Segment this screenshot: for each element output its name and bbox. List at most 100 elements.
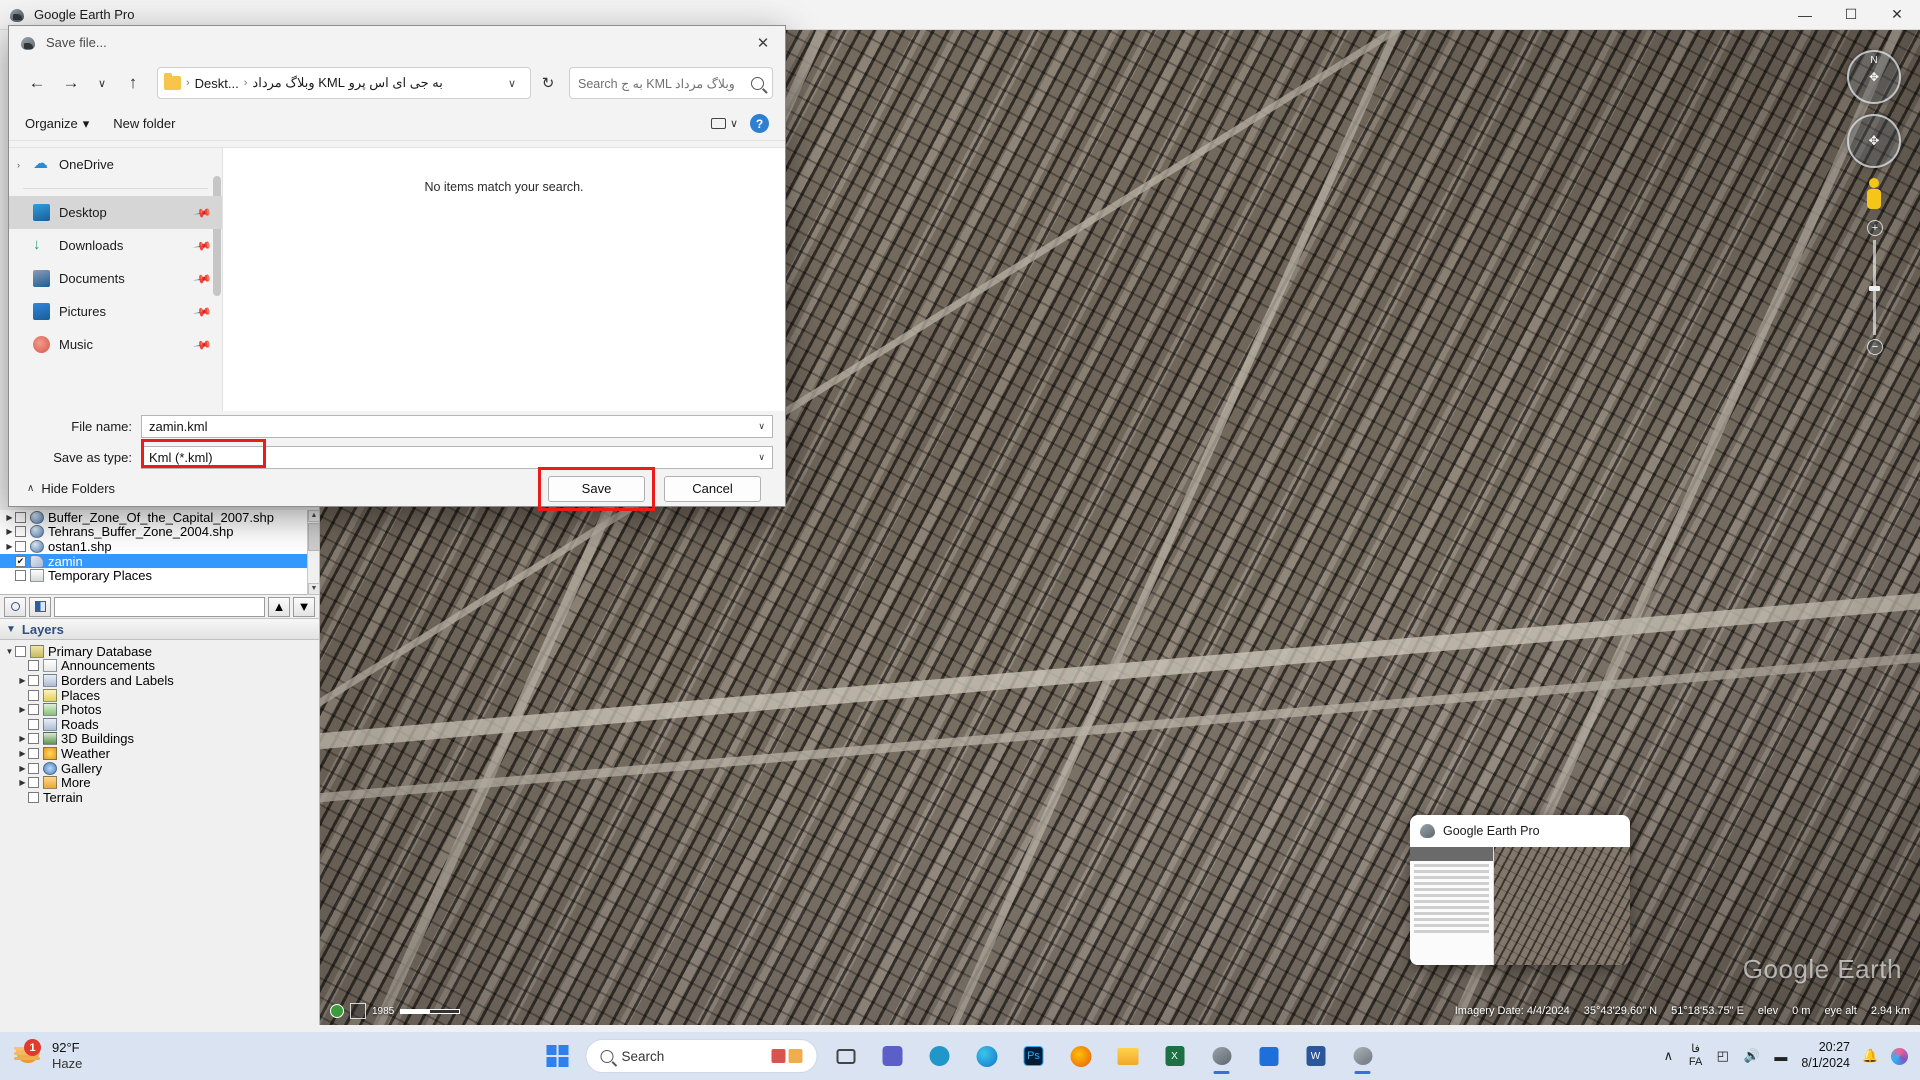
pin-icon[interactable]: 📌 <box>192 202 212 222</box>
zoom-thumb[interactable] <box>1868 286 1880 291</box>
photoshop-icon[interactable]: Ps <box>1015 1037 1053 1075</box>
battery-icon[interactable]: ▬ <box>1772 1048 1789 1065</box>
start-button[interactable] <box>539 1037 577 1075</box>
checkbox[interactable] <box>15 645 26 657</box>
sidebar-item-onedrive[interactable]: › ☁ OneDrive <box>9 148 222 181</box>
scroll-thumb[interactable] <box>308 523 320 551</box>
zoom-slider[interactable]: + − <box>1867 220 1883 355</box>
language-indicator[interactable]: فا FA <box>1689 1043 1702 1068</box>
places-tree-item[interactable]: Temporary Places <box>0 568 319 583</box>
excel-icon[interactable]: X <box>1156 1037 1194 1075</box>
layers-tree-item[interactable]: ▶ 3D Buildings <box>0 731 319 746</box>
checkbox[interactable] <box>28 747 39 759</box>
expand-arrow-icon[interactable]: ▶ <box>4 542 15 551</box>
pin-icon[interactable]: 📌 <box>192 301 212 321</box>
dialog-sidebar[interactable]: › ☁ OneDrive Desktop 📌 ↓ Downloads 📌 Documents 📌 P… <box>9 148 222 411</box>
save-as-type-select[interactable]: Kml (*.kml) ∨ <box>141 446 773 469</box>
layers-tree-item[interactable]: ▶ Gallery <box>0 761 319 776</box>
places-tree-item[interactable]: ✔ zamin <box>0 554 319 569</box>
checkbox[interactable] <box>15 526 26 538</box>
back-button[interactable]: ← <box>21 67 53 99</box>
pan-ring-icon[interactable]: ✥ <box>1847 114 1901 168</box>
task-view-icon[interactable] <box>827 1037 865 1075</box>
layers-tree-item[interactable]: Roads <box>0 717 319 732</box>
chevron-up-icon[interactable]: ∧ <box>1660 1048 1677 1065</box>
pin-icon[interactable]: 📌 <box>192 334 212 354</box>
save-button[interactable]: Save <box>548 475 645 502</box>
expand-arrow-icon[interactable]: ▶ <box>17 705 28 714</box>
layers-tree-item[interactable]: Terrain <box>0 790 319 805</box>
expand-arrow-icon[interactable]: ▶ <box>17 734 28 743</box>
view-options-button[interactable]: ∨ <box>710 117 738 130</box>
expand-arrow-icon[interactable]: ▶ <box>4 513 15 522</box>
volume-icon[interactable]: 🔊 <box>1743 1048 1760 1065</box>
layers-tree-item[interactable]: ▼ Primary Database <box>0 644 319 659</box>
google-earth-preview-popup[interactable]: Google Earth Pro <box>1410 815 1630 965</box>
google-earth-icon[interactable] <box>1203 1037 1241 1075</box>
expand-arrow-icon[interactable]: ▶ <box>4 527 15 536</box>
help-button[interactable]: ? <box>750 114 769 133</box>
move-down-button[interactable]: ▼ <box>293 596 315 617</box>
copilot-icon[interactable] <box>1891 1047 1908 1065</box>
places-search-bar[interactable]: ▲ ▼ <box>0 595 319 619</box>
scroll-up-button[interactable]: ▲ <box>308 510 320 522</box>
scroll-down-button[interactable]: ▼ <box>308 583 320 595</box>
file-explorer-icon[interactable] <box>1109 1037 1147 1075</box>
sidebar-item-desktop[interactable]: Desktop 📌 <box>9 196 222 229</box>
save-file-dialog[interactable]: Save file... ✕ ← → ∨ ↑ › Deskt... › به ج… <box>8 25 786 511</box>
clock[interactable]: 20:27 8/1/2024 <box>1801 1040 1850 1071</box>
checkbox[interactable] <box>28 689 39 701</box>
chevron-down-icon[interactable]: ∨ <box>758 421 765 432</box>
places-scrollbar[interactable]: ▲ ▼ <box>307 510 320 595</box>
recent-locations-button[interactable]: ∨ <box>89 67 115 99</box>
pin-icon[interactable]: 📌 <box>192 235 212 255</box>
street-view-pegman-icon[interactable] <box>1864 178 1884 212</box>
microsoft-store-icon[interactable] <box>1250 1037 1288 1075</box>
checkbox[interactable] <box>15 511 26 523</box>
checkbox[interactable] <box>28 674 39 686</box>
layers-tree-item[interactable]: Places <box>0 688 319 703</box>
file-list-area[interactable]: No items match your search. <box>222 148 785 411</box>
zoom-out-button[interactable]: − <box>1867 339 1883 355</box>
google-earth-pro-icon[interactable] <box>1344 1037 1382 1075</box>
expand-arrow-icon[interactable]: ▶ <box>17 676 28 685</box>
breadcrumb[interactable]: › Deskt... › به جی ای اس پرو KML وبلاگ م… <box>157 67 531 99</box>
layer-toggle-icon[interactable] <box>350 1003 366 1019</box>
checkbox[interactable] <box>15 570 26 582</box>
places-tree-item[interactable]: ▶ ostan1.shp <box>0 539 319 554</box>
checkbox[interactable] <box>28 660 39 672</box>
expand-arrow-icon[interactable]: ▶ <box>17 749 28 758</box>
checkbox[interactable]: ✔ <box>15 555 26 567</box>
places-tree[interactable]: ▶ Buffer_Zone_Of_the_Capital_2007.shp ▶ Teh… <box>0 510 319 595</box>
checkbox[interactable] <box>28 718 39 730</box>
navigation-controls[interactable]: N ✥ ✥ + − <box>1844 50 1904 355</box>
sidebar-item-pictures[interactable]: Pictures 📌 <box>9 295 222 328</box>
minimize-button[interactable]: — <box>1782 0 1828 30</box>
firefox-icon[interactable] <box>1062 1037 1100 1075</box>
checkbox[interactable] <box>28 777 39 789</box>
sidebar-item-documents[interactable]: Documents 📌 <box>9 262 222 295</box>
dialog-close-button[interactable]: ✕ <box>741 26 785 59</box>
layers-tree-item[interactable]: ▶ More <box>0 775 319 790</box>
vpn-icon[interactable] <box>921 1037 959 1075</box>
places-tree-item[interactable]: ▶ Tehrans_Buffer_Zone_2004.shp <box>0 524 319 539</box>
chevron-down-icon[interactable]: ∨ <box>758 452 765 463</box>
checkbox[interactable] <box>15 540 26 552</box>
expand-arrow-icon[interactable]: ▶ <box>17 764 28 773</box>
history-icon[interactable] <box>29 596 51 617</box>
layers-tree[interactable]: ▼ Primary Database Announcements ▶ Borders a… <box>0 640 319 1025</box>
refresh-button[interactable]: ↻ <box>533 67 563 99</box>
cancel-button[interactable]: Cancel <box>664 475 761 502</box>
places-tree-item[interactable]: ▶ Buffer_Zone_Of_the_Capital_2007.shp <box>0 510 319 525</box>
chevron-right-icon[interactable]: › <box>17 160 20 170</box>
file-name-input[interactable]: zamin.kml ∨ <box>141 415 773 438</box>
new-folder-button[interactable]: New folder <box>113 116 175 131</box>
weather-widget[interactable]: 1 92°F Haze <box>0 1039 200 1071</box>
organize-button[interactable]: Organize ▾ <box>25 116 89 132</box>
breadcrumb-item-folder[interactable]: به جی ای اس پرو KML وبلاگ مرداد <box>252 75 442 91</box>
layers-tree-item[interactable]: ▶ Photos <box>0 702 319 717</box>
layers-tree-item[interactable]: ▶ Weather <box>0 746 319 761</box>
notification-bell-icon[interactable]: 🔔 <box>1862 1048 1879 1065</box>
collapse-arrow-icon[interactable]: ▼ <box>4 647 15 656</box>
places-search-input[interactable] <box>54 596 265 617</box>
